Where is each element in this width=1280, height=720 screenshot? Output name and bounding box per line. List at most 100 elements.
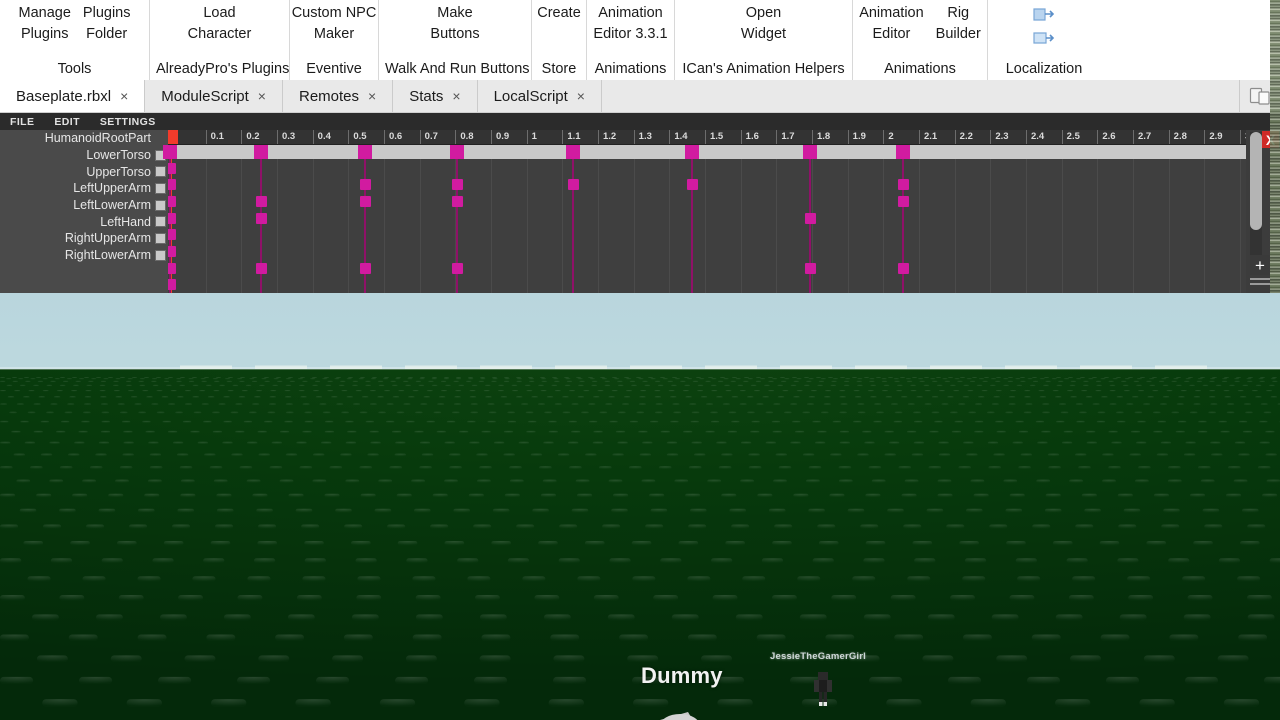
keyframe-marker[interactable] bbox=[255, 262, 267, 274]
keyframe-marker[interactable] bbox=[168, 212, 176, 224]
track-visibility-checkbox[interactable] bbox=[155, 249, 166, 261]
timeline-grid[interactable] bbox=[168, 159, 1246, 293]
summary-keyframe[interactable] bbox=[803, 145, 817, 159]
ribbon-group-animations: Animation Editor 3.3.1 Animations bbox=[587, 0, 675, 80]
ribbon-button-animation-editor[interactable]: Animation Editor bbox=[855, 3, 927, 45]
track-row[interactable]: LeftLowerArm bbox=[0, 197, 168, 214]
summary-keyframe-bar[interactable] bbox=[163, 145, 1246, 159]
summary-keyframe[interactable] bbox=[163, 145, 177, 159]
keyframe-marker[interactable] bbox=[168, 179, 176, 191]
track-row[interactable]: LeftUpperArm bbox=[0, 180, 168, 197]
ribbon-button-rig-builder[interactable]: Rig Builder bbox=[932, 3, 985, 45]
keyframe-marker[interactable] bbox=[168, 262, 176, 274]
track-visibility-checkbox[interactable] bbox=[155, 199, 166, 211]
ribbon-button-custom-npc-maker[interactable]: Custom NPC Maker bbox=[288, 3, 381, 45]
summary-keyframe[interactable] bbox=[254, 145, 268, 159]
add-track-icon[interactable]: + bbox=[1250, 255, 1270, 275]
ruler-tick: 1.3 bbox=[633, 130, 652, 144]
tab-close-icon[interactable]: × bbox=[258, 89, 266, 103]
keyframe-marker[interactable] bbox=[686, 179, 698, 191]
summary-keyframe[interactable] bbox=[450, 145, 464, 159]
keyframe-marker[interactable] bbox=[451, 195, 463, 207]
playhead-handle[interactable] bbox=[168, 130, 178, 144]
tab-close-icon[interactable]: × bbox=[577, 89, 585, 103]
ribbon-button-animation-editor-331[interactable]: Animation Editor 3.3.1 bbox=[589, 3, 671, 45]
vertical-scrollbar-thumb[interactable] bbox=[1250, 132, 1262, 230]
grid-line bbox=[669, 159, 671, 293]
grid-line bbox=[883, 159, 885, 293]
keyframe-marker[interactable] bbox=[897, 262, 909, 274]
track-row[interactable]: LeftHand bbox=[0, 213, 168, 230]
summary-keyframe[interactable] bbox=[896, 145, 910, 159]
ribbon-button-line1: Animation bbox=[598, 5, 663, 21]
summary-keyframe[interactable] bbox=[566, 145, 580, 159]
ribbon-group-animations: Animation Editor Rig Builder Animations bbox=[853, 0, 988, 80]
tab-remotes[interactable]: Remotes × bbox=[282, 80, 394, 112]
keyframe-marker[interactable] bbox=[168, 279, 176, 291]
ruler-tick: 0.8 bbox=[455, 130, 474, 144]
track-visibility-checkbox[interactable] bbox=[155, 232, 166, 244]
keyframe-marker[interactable] bbox=[255, 195, 267, 207]
menu-lines-icon[interactable] bbox=[1250, 278, 1270, 290]
vertical-scrollbar[interactable] bbox=[1250, 132, 1262, 270]
keyframe-marker[interactable] bbox=[359, 195, 371, 207]
track-visibility-checkbox[interactable] bbox=[155, 216, 166, 228]
tab-close-icon[interactable]: × bbox=[120, 89, 128, 103]
ruler-tick-label: 2.4 bbox=[1031, 131, 1045, 142]
player-avatar[interactable] bbox=[810, 671, 836, 709]
anim-menu-file[interactable]: FILE bbox=[0, 116, 44, 128]
track-visibility-checkbox[interactable] bbox=[155, 182, 166, 194]
ribbon-button-manage-plugins[interactable]: Manage Plugins bbox=[15, 3, 75, 45]
ruler-tick-label: 0.4 bbox=[317, 131, 331, 142]
tab-modulescript[interactable]: ModuleScript × bbox=[145, 80, 283, 112]
ribbon-group-localization: Localization bbox=[988, 0, 1100, 80]
ribbon-button-make-buttons[interactable]: Make Buttons bbox=[426, 3, 483, 45]
keyframe-marker[interactable] bbox=[168, 195, 176, 207]
grid-line bbox=[205, 159, 207, 293]
tab-label: Stats bbox=[409, 87, 444, 105]
tab-label: ModuleScript bbox=[161, 87, 249, 105]
keyframe-marker[interactable] bbox=[168, 246, 176, 257]
keyframe-marker[interactable] bbox=[897, 195, 909, 207]
tab-close-icon[interactable]: × bbox=[368, 89, 376, 103]
keyframe-marker[interactable] bbox=[804, 212, 816, 224]
timeline-ruler[interactable]: 0.1 0.2 0.3 0.4 0.5 0.6 0.7 0.8 0.9 1 1.1 1.2 1.3 1.4… bbox=[168, 130, 1246, 145]
ruler-tick: 2.1 bbox=[919, 130, 937, 144]
document-tab-bar: Baseplate.rbxl × ModuleScript × Remotes × Stat… bbox=[0, 80, 1280, 113]
keyframe-marker[interactable] bbox=[804, 262, 816, 274]
keyframe-marker[interactable] bbox=[451, 262, 463, 274]
anim-menu-settings[interactable]: SETTINGS bbox=[90, 116, 166, 128]
dummy-character[interactable] bbox=[620, 698, 800, 720]
keyframe-marker[interactable] bbox=[168, 162, 176, 174]
keyframe-marker[interactable] bbox=[255, 212, 267, 224]
keyframe-marker[interactable] bbox=[897, 179, 909, 191]
keyframe-marker[interactable] bbox=[359, 262, 371, 274]
grid-line bbox=[1240, 159, 1241, 293]
tab-close-icon[interactable]: × bbox=[452, 89, 460, 103]
tab-baseplate-rbxl[interactable]: Baseplate.rbxl × bbox=[0, 80, 146, 112]
ruler-tick-label: 1.5 bbox=[710, 131, 724, 142]
track-row[interactable]: RightUpperArm bbox=[0, 230, 168, 247]
localization-buttons[interactable] bbox=[1027, 3, 1061, 49]
ribbon-button-line2: Character bbox=[187, 26, 252, 43]
tab-stats[interactable]: Stats × bbox=[393, 80, 478, 112]
ribbon-button-line1: Load bbox=[203, 5, 236, 21]
track-visibility-checkbox[interactable] bbox=[155, 166, 166, 178]
tab-localscript[interactable]: LocalScript × bbox=[477, 80, 602, 112]
anim-menu-edit[interactable]: EDIT bbox=[44, 116, 90, 128]
ribbon-button-create[interactable]: Create bbox=[533, 3, 585, 24]
track-row[interactable]: UpperTorso bbox=[0, 163, 168, 180]
ribbon-button-open-widget[interactable]: Open Widget bbox=[737, 3, 790, 45]
keyframe-marker[interactable] bbox=[567, 179, 579, 191]
summary-keyframe[interactable] bbox=[685, 145, 699, 159]
keyframe-marker[interactable] bbox=[451, 179, 463, 191]
track-row[interactable]: LowerTorso bbox=[0, 147, 168, 164]
track-row[interactable]: RightLowerArm bbox=[0, 247, 168, 264]
ribbon-button-load-character[interactable]: Load Character bbox=[184, 3, 256, 45]
summary-keyframe[interactable] bbox=[358, 145, 372, 159]
keyframe-marker[interactable] bbox=[359, 179, 371, 191]
keyframe-marker[interactable] bbox=[168, 229, 176, 241]
ribbon-button-plugins-folder[interactable]: Plugins Folder bbox=[79, 3, 135, 45]
3d-viewport[interactable]: Dummy JessieTheGamerGirl bbox=[0, 293, 1280, 720]
track-row[interactable]: HumanoidRootPart bbox=[0, 130, 168, 147]
